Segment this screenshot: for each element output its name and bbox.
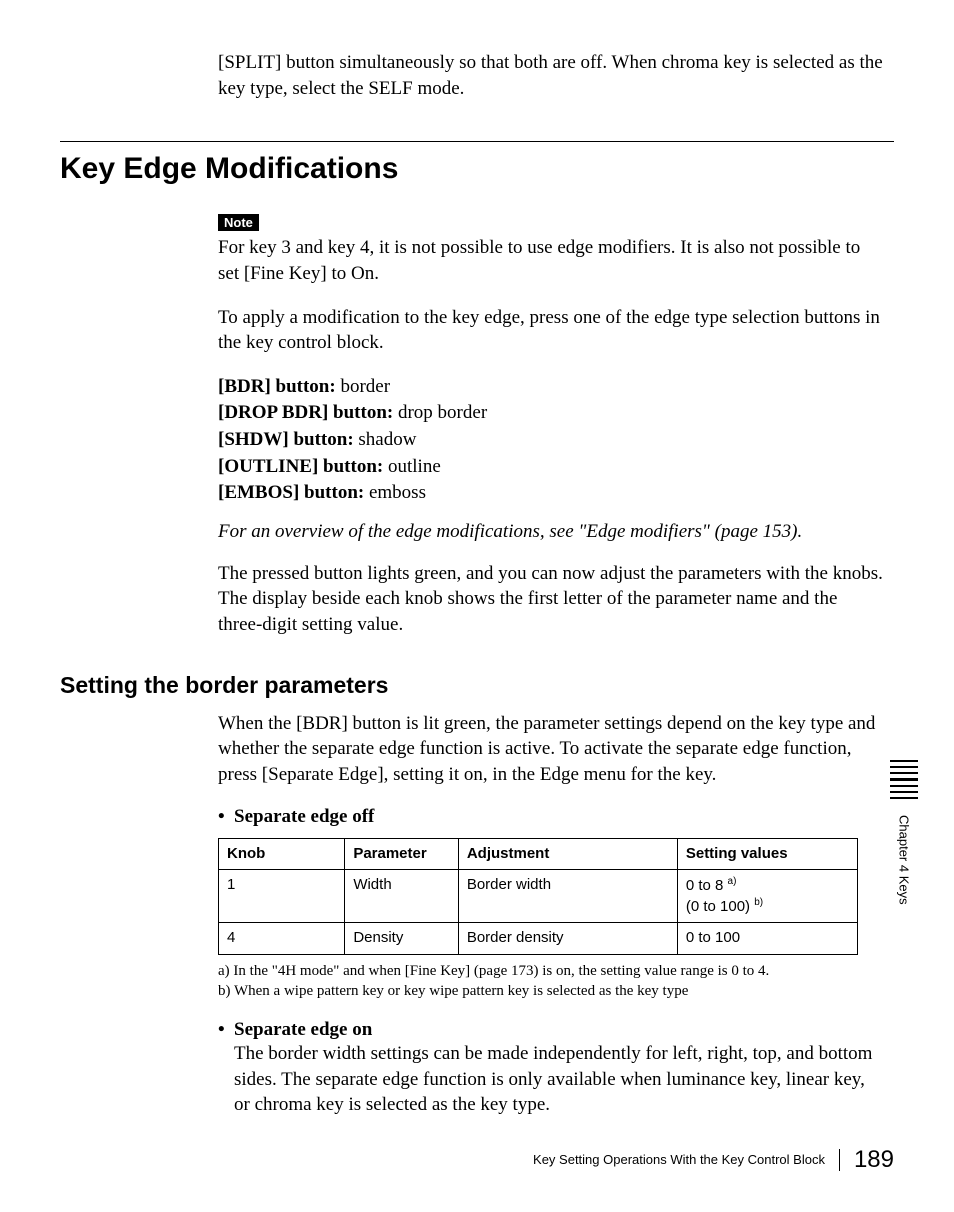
separate-edge-off-bullet: • Separate edge off bbox=[218, 806, 884, 828]
intro-top-paragraph: [SPLIT] button simultaneously so that bo… bbox=[218, 50, 884, 101]
cell-param: Density bbox=[345, 923, 459, 954]
def-embos-term: [EMBOS] button: bbox=[218, 482, 364, 503]
def-embos-desc: emboss bbox=[364, 482, 426, 503]
table-footnotes: a) In the "4H mode" and when [Fine Key] … bbox=[218, 961, 884, 1002]
cell-set-l2: (0 to 100) bbox=[686, 898, 754, 915]
footnote-b: b) When a wipe pattern key or key wipe p… bbox=[218, 981, 884, 1001]
section-rule bbox=[60, 141, 894, 142]
cell-set-l1: 0 to 8 bbox=[686, 877, 728, 894]
def-outline-term: [OUTLINE] button: bbox=[218, 456, 383, 477]
separate-edge-on-text: The border width settings can be made in… bbox=[234, 1043, 872, 1115]
table-row: 4 Density Border density 0 to 100 bbox=[219, 923, 858, 954]
cell-knob: 4 bbox=[219, 923, 345, 954]
def-shdw-desc: shadow bbox=[354, 429, 417, 450]
side-tab-lines-icon bbox=[890, 760, 918, 799]
def-bdr: [BDR] button: border bbox=[218, 374, 884, 401]
table-header-row: Knob Parameter Adjustment Setting values bbox=[219, 838, 858, 869]
def-dropbdr-term: [DROP BDR] button: bbox=[218, 402, 393, 423]
cell-set: 0 to 8 a) (0 to 100) b) bbox=[677, 869, 857, 923]
side-chapter-tab: Chapter 4 Keys bbox=[889, 760, 919, 904]
cell-adj: Border density bbox=[458, 923, 677, 954]
border-intro: When the [BDR] button is lit green, the … bbox=[218, 711, 884, 788]
cell-adj: Border width bbox=[458, 869, 677, 923]
pressed-text: The pressed button lights green, and you… bbox=[218, 561, 884, 638]
cell-set-l1-sup: a) bbox=[728, 876, 737, 887]
apply-text: To apply a modification to the key edge,… bbox=[218, 305, 884, 356]
def-dropbdr-desc: drop border bbox=[393, 402, 487, 423]
th-knob: Knob bbox=[219, 838, 345, 869]
button-definition-list: [BDR] button: border [DROP BDR] button: … bbox=[218, 374, 884, 507]
def-embos: [EMBOS] button: emboss bbox=[218, 480, 884, 507]
cell-param: Width bbox=[345, 869, 459, 923]
footer-section-title: Key Setting Operations With the Key Cont… bbox=[533, 1149, 840, 1171]
section-heading: Key Edge Modifications bbox=[60, 152, 894, 186]
cell-set-l1: 0 to 100 bbox=[686, 929, 740, 946]
separate-edge-on-label: Separate edge on bbox=[234, 1019, 372, 1040]
side-chapter-label: Chapter 4 Keys bbox=[897, 815, 912, 905]
def-bdr-term: [BDR] button: bbox=[218, 376, 336, 397]
th-parameter: Parameter bbox=[345, 838, 459, 869]
separate-edge-off-label: Separate edge off bbox=[234, 806, 374, 828]
overview-reference: For an overview of the edge modification… bbox=[218, 521, 884, 543]
def-outline-desc: outline bbox=[383, 456, 441, 477]
separate-edge-on-bullet: • Separate edge on The border width sett… bbox=[218, 1019, 884, 1118]
def-dropbdr: [DROP BDR] button: drop border bbox=[218, 400, 884, 427]
th-adjustment: Adjustment bbox=[458, 838, 677, 869]
def-shdw: [SHDW] button: shadow bbox=[218, 427, 884, 454]
border-parameters-table: Knob Parameter Adjustment Setting values… bbox=[218, 838, 858, 955]
th-setting-values: Setting values bbox=[677, 838, 857, 869]
def-shdw-term: [SHDW] button: bbox=[218, 429, 354, 450]
table-row: 1 Width Border width 0 to 8 a) (0 to 100… bbox=[219, 869, 858, 923]
footnote-a: a) In the "4H mode" and when [Fine Key] … bbox=[218, 961, 884, 981]
page-footer: Key Setting Operations With the Key Cont… bbox=[533, 1146, 894, 1174]
bullet-dot-icon: • bbox=[218, 806, 234, 828]
note-text: For key 3 and key 4, it is not possible … bbox=[218, 235, 884, 286]
footer-page-number: 189 bbox=[840, 1146, 894, 1174]
cell-set: 0 to 100 bbox=[677, 923, 857, 954]
def-outline: [OUTLINE] button: outline bbox=[218, 454, 884, 481]
note-badge: Note bbox=[218, 214, 259, 231]
def-bdr-desc: border bbox=[336, 376, 390, 397]
bullet-dot-icon: • bbox=[218, 1019, 234, 1118]
cell-set-l2-sup: b) bbox=[754, 897, 763, 908]
cell-knob: 1 bbox=[219, 869, 345, 923]
subsection-heading: Setting the border parameters bbox=[60, 672, 894, 699]
